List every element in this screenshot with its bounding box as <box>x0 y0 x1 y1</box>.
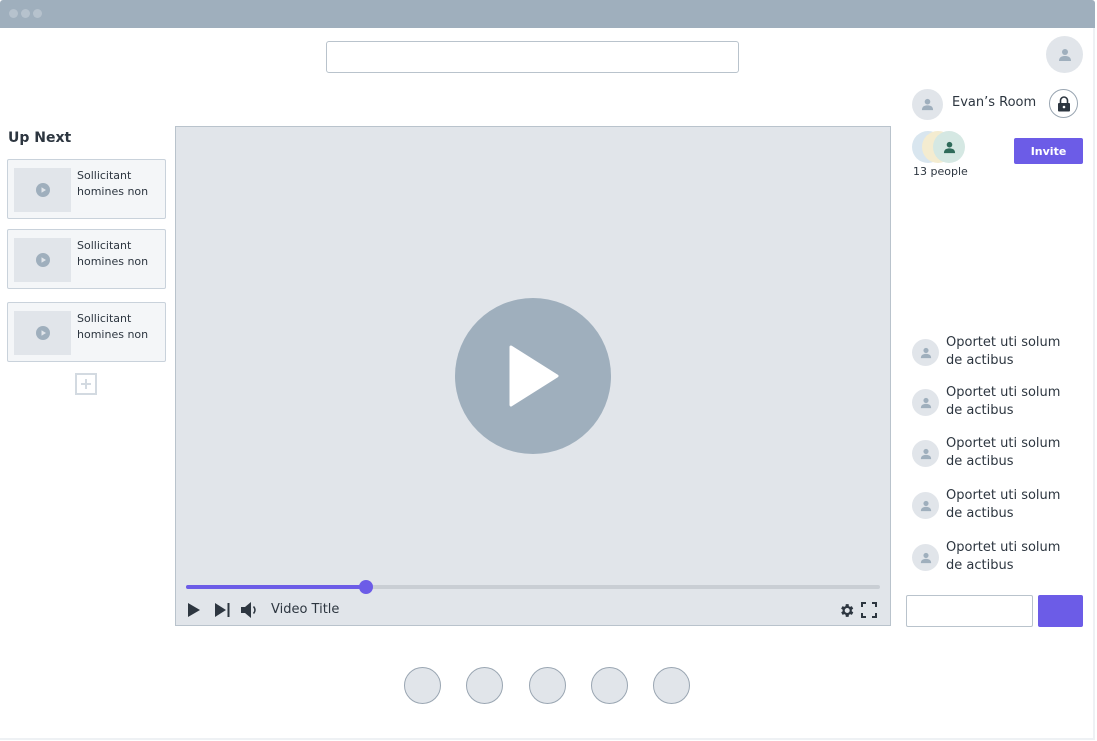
up-next-item-title: Sollicitant homines non <box>77 239 149 268</box>
up-next-item[interactable]: Sollicitant homines non <box>7 159 166 219</box>
chat-avatar <box>912 544 939 571</box>
up-next-item[interactable]: Sollicitant homines non <box>7 229 166 289</box>
participants-avatars[interactable] <box>912 131 972 165</box>
fullscreen-button[interactable] <box>860 601 878 619</box>
video-thumbnail <box>14 311 71 355</box>
next-button[interactable] <box>214 601 230 619</box>
chat-message: Oportet uti solum de actibus <box>912 436 1082 480</box>
dock-button[interactable] <box>404 667 441 704</box>
chat-message-text: Oportet uti solum de actibus <box>946 335 1061 368</box>
window-dot[interactable] <box>33 9 42 18</box>
chat-message: Oportet uti solum de actibus <box>912 335 1082 379</box>
chat-message-text: Oportet uti solum de actibus <box>946 385 1061 418</box>
dock-button[interactable] <box>466 667 503 704</box>
user-icon <box>920 552 931 563</box>
video-thumbnail <box>14 238 71 282</box>
chat-message-text: Oportet uti solum de actibus <box>946 488 1061 521</box>
chat-message: Oportet uti solum de actibus <box>912 540 1082 584</box>
fullscreen-icon <box>861 602 877 618</box>
add-to-queue-button[interactable] <box>75 373 97 395</box>
dock-button[interactable] <box>653 667 690 704</box>
volume-icon <box>240 602 256 618</box>
up-next-item-title: Sollicitant homines non <box>77 169 149 198</box>
chat-message: Oportet uti solum de actibus <box>912 488 1082 532</box>
user-icon <box>920 500 931 511</box>
progress-handle[interactable] <box>359 580 373 594</box>
chat-message: Oportet uti solum de actibus <box>912 385 1082 429</box>
video-title: Video Title <box>271 602 340 617</box>
window-dot[interactable] <box>21 9 30 18</box>
account-avatar[interactable] <box>1046 36 1083 73</box>
window-titlebar <box>0 0 1095 28</box>
volume-button[interactable] <box>240 601 260 619</box>
settings-icon <box>840 603 853 617</box>
lock-icon <box>1057 95 1070 111</box>
up-next-title: Up Next <box>8 130 72 146</box>
user-icon <box>943 141 955 153</box>
play-icon <box>188 603 200 617</box>
window-dot[interactable] <box>9 9 18 18</box>
chat-avatar <box>912 339 939 366</box>
up-next-item-title: Sollicitant homines non <box>77 312 149 341</box>
participant-avatar <box>933 131 965 163</box>
up-next-item[interactable]: Sollicitant homines non <box>7 302 166 362</box>
chat-message-text: Oportet uti solum de actibus <box>946 540 1061 573</box>
chat-input[interactable] <box>906 595 1033 627</box>
send-button[interactable] <box>1038 595 1083 627</box>
lock-button[interactable] <box>1049 89 1078 118</box>
chat-avatar <box>912 389 939 416</box>
next-icon <box>214 603 229 617</box>
play-control-button[interactable] <box>187 601 201 619</box>
settings-button[interactable] <box>837 601 855 619</box>
user-icon <box>1058 48 1071 61</box>
progress-fill <box>186 585 366 589</box>
chat-avatar <box>912 440 939 467</box>
dock-button[interactable] <box>591 667 628 704</box>
play-icon <box>35 183 50 197</box>
user-icon <box>920 397 931 408</box>
play-icon <box>509 345 559 407</box>
play-button[interactable] <box>455 298 611 454</box>
video-thumbnail <box>14 168 71 212</box>
user-icon <box>920 448 931 459</box>
room-name: Evan’s Room <box>952 95 1037 110</box>
dock-button[interactable] <box>529 667 566 704</box>
user-icon <box>921 98 934 111</box>
people-count: 13 people <box>913 165 968 178</box>
play-icon <box>35 326 50 340</box>
chat-avatar <box>912 492 939 519</box>
invite-button[interactable]: Invite <box>1014 138 1083 164</box>
plus-icon <box>81 379 91 389</box>
progress-bar[interactable] <box>186 580 880 594</box>
video-player[interactable]: Video Title <box>175 126 891 626</box>
chat-message-text: Oportet uti solum de actibus <box>946 436 1061 469</box>
search-input[interactable] <box>326 41 739 73</box>
user-icon <box>920 347 931 358</box>
room-avatar <box>912 89 943 120</box>
play-icon <box>35 253 50 267</box>
